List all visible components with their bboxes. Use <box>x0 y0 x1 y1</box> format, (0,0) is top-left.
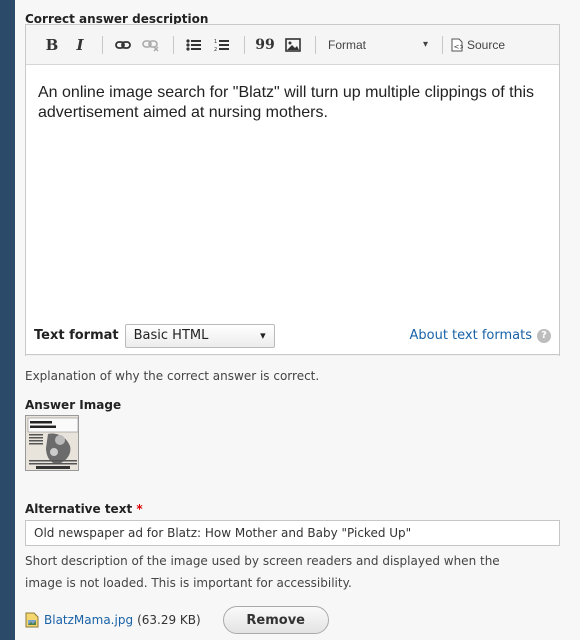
image-icon[interactable] <box>281 32 305 58</box>
newspaper-ad-image <box>26 416 78 470</box>
toolbar-separator <box>173 35 174 54</box>
bold-button[interactable]: B <box>40 32 64 58</box>
unlink-icon[interactable] <box>139 32 163 58</box>
text-format-wrapper: Text format Basic HTML ▾ About text form… <box>25 317 560 355</box>
alt-text-help-line-2: image is not loaded. This is important f… <box>25 576 352 590</box>
rich-text-editor: B I 12 99 Format ▾ <> Source An online i… <box>25 24 560 356</box>
format-label: Format <box>328 37 367 52</box>
source-label: Source <box>467 37 506 52</box>
toolbar-separator <box>244 35 245 54</box>
image-file-icon <box>25 612 39 628</box>
file-row: BlatzMama.jpg (63.29 KB) Remove <box>25 606 329 634</box>
source-icon: <> <box>451 38 464 51</box>
alt-text-help-line-1: Short description of the image used by s… <box>25 554 500 568</box>
alt-text-input[interactable] <box>25 520 560 546</box>
italic-button[interactable]: I <box>68 32 92 58</box>
chevron-down-icon: ▾ <box>260 329 266 342</box>
toolbar-separator <box>102 35 103 54</box>
remove-button[interactable]: Remove <box>222 606 329 634</box>
editor-toolbar: B I 12 99 Format ▾ <> Source <box>26 25 559 65</box>
format-dropdown[interactable]: Format ▾ <box>324 32 432 58</box>
file-link[interactable]: BlatzMama.jpg <box>44 613 133 627</box>
bulleted-list-icon[interactable] <box>182 32 206 58</box>
svg-text:1: 1 <box>214 39 217 45</box>
about-text-formats-link[interactable]: About text formats ? <box>409 328 551 343</box>
chevron-down-icon: ▾ <box>422 39 428 50</box>
source-button[interactable]: <> Source <box>451 32 505 58</box>
blockquote-button[interactable]: 99 <box>253 32 277 58</box>
about-text-formats-label: About text formats <box>409 328 532 343</box>
editor-content[interactable]: An online image search for "Blatz" will … <box>26 65 559 317</box>
file-size: (63.29 KB) <box>137 613 201 627</box>
toolbar-separator <box>315 35 316 54</box>
answer-image-label: Answer Image <box>25 398 122 412</box>
text-format-label: Text format <box>34 328 119 343</box>
text-format-selected: Basic HTML <box>133 328 209 343</box>
svg-text:2: 2 <box>214 47 217 52</box>
help-icon: ? <box>537 328 551 343</box>
alt-text-label-text: Alternative text <box>25 502 133 516</box>
required-marker: * <box>136 502 143 516</box>
answer-image-thumbnail[interactable] <box>25 415 79 471</box>
svg-text:<>: <> <box>454 43 464 51</box>
alt-text-label: Alternative text * <box>25 502 143 516</box>
form-panel: Correct answer description B I 12 99 For… <box>15 0 580 640</box>
link-icon[interactable] <box>111 32 135 58</box>
text-format-select[interactable]: Basic HTML ▾ <box>124 323 275 348</box>
description-help-text: Explanation of why the correct answer is… <box>25 369 320 383</box>
toolbar-separator <box>442 35 443 54</box>
numbered-list-icon[interactable]: 12 <box>210 32 234 58</box>
